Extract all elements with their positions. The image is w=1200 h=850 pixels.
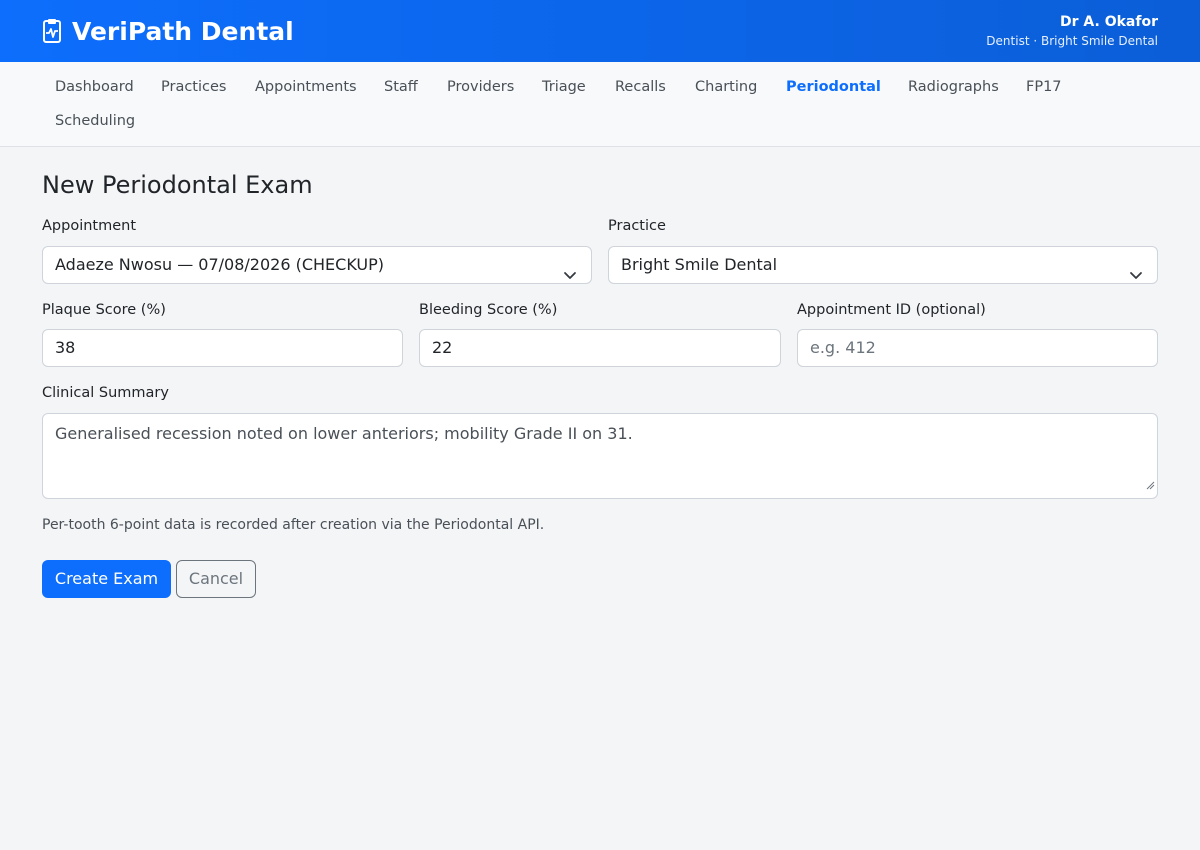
- nav-item-staff[interactable]: Staff: [384, 77, 418, 97]
- plaque-score-label: Plaque Score (%): [42, 302, 166, 318]
- create-exam-button[interactable]: Create Exam: [42, 560, 171, 598]
- user-role: Dentist · Bright Smile Dental: [986, 34, 1158, 48]
- bleeding-score-label: Bleeding Score (%): [419, 302, 558, 318]
- appointment-id-input[interactable]: e.g. 412: [797, 329, 1158, 367]
- top-header: VeriPath Dental Dr A. Okafor Dentist · B…: [0, 0, 1200, 62]
- help-text: Per-tooth 6-point data is recorded after…: [42, 517, 545, 533]
- brand[interactable]: VeriPath Dental: [42, 14, 294, 48]
- clinical-summary-label: Clinical Summary: [42, 385, 169, 401]
- clipboard-pulse-icon: [42, 18, 62, 44]
- app-name: VeriPath Dental: [72, 16, 294, 46]
- cancel-button[interactable]: Cancel: [176, 560, 256, 598]
- nav-item-recalls[interactable]: Recalls: [615, 77, 666, 97]
- clinical-summary-value: Generalised recession noted on lower ant…: [55, 424, 633, 443]
- appointment-label: Appointment: [42, 218, 137, 234]
- nav-item-charting[interactable]: Charting: [695, 77, 757, 97]
- user-info: Dr A. Okafor Dentist · Bright Smile Dent…: [986, 12, 1158, 50]
- plaque-score-input[interactable]: 38: [42, 329, 403, 367]
- practice-select-value: Bright Smile Dental: [621, 255, 778, 274]
- user-name: Dr A. Okafor: [1060, 14, 1158, 30]
- clinical-summary-textarea[interactable]: Generalised recession noted on lower ant…: [42, 413, 1158, 499]
- nav-item-radiographs[interactable]: Radiographs: [908, 77, 999, 97]
- nav-item-scheduling[interactable]: Scheduling: [55, 111, 135, 131]
- nav-item-triage[interactable]: Triage: [542, 77, 586, 97]
- nav-item-providers[interactable]: Providers: [447, 77, 514, 97]
- nav-item-appointments[interactable]: Appointments: [255, 77, 357, 97]
- appointment-id-label: Appointment ID (optional): [797, 302, 986, 318]
- chevron-down-icon: [563, 259, 577, 283]
- resize-grip-icon[interactable]: [1145, 474, 1155, 496]
- page-title: New Periodontal Exam: [42, 171, 313, 199]
- nav-item-fp17[interactable]: FP17: [1026, 77, 1062, 97]
- chevron-down-icon: [1129, 259, 1143, 283]
- practice-label: Practice: [608, 218, 666, 234]
- bleeding-score-input[interactable]: 22: [419, 329, 781, 367]
- appointment-select-value: Adaeze Nwosu — 07/08/2026 (CHECKUP): [55, 255, 384, 274]
- nav-item-dashboard[interactable]: Dashboard: [55, 77, 134, 97]
- main-nav: Dashboard Practices Appointments Staff P…: [0, 62, 1200, 147]
- nav-item-practices[interactable]: Practices: [161, 77, 226, 97]
- appointment-select[interactable]: Adaeze Nwosu — 07/08/2026 (CHECKUP): [42, 246, 592, 284]
- practice-select[interactable]: Bright Smile Dental: [608, 246, 1158, 284]
- nav-item-periodontal[interactable]: Periodontal: [786, 77, 881, 97]
